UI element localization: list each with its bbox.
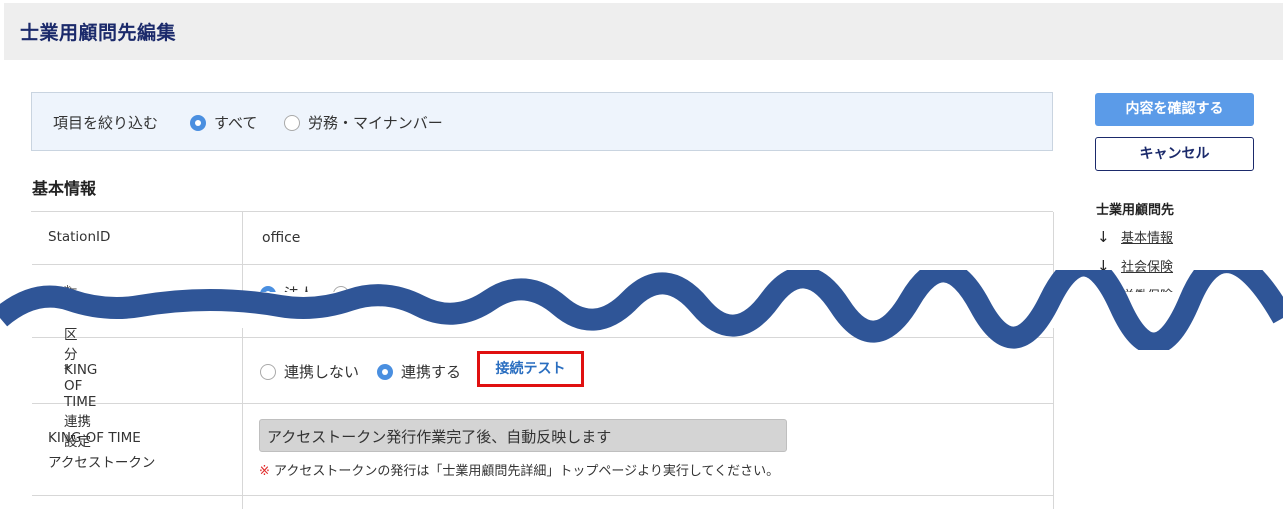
table-row-next [32, 496, 1054, 509]
arrow-down-icon: ↓ [1097, 227, 1110, 246]
table-row-station-id: StationID office [32, 212, 1054, 265]
filter-option-all[interactable]: すべて [190, 112, 257, 133]
toc-link[interactable]: 基本情報 [1121, 227, 1173, 246]
kot-option-no-link[interactable]: 連携しない [260, 361, 359, 382]
filter-option-labor[interactable]: 労務・マイナンバー [284, 112, 443, 133]
section-title: 基本情報 [32, 179, 97, 198]
kot-token-label-line2: アクセストークン [48, 455, 156, 471]
radio-unselected-icon[interactable] [260, 363, 276, 380]
page-title: 士業用顧問先編集 [20, 22, 177, 44]
toc-item-labor[interactable]: ↓ 労働保険 [1097, 285, 1173, 305]
toc-title: 士業用顧問先 [1096, 203, 1175, 218]
kot-token-label-line1: KING OF TIME [48, 430, 141, 446]
radio-selected-icon[interactable] [377, 363, 393, 380]
row-value: アクセストークン発行作業完了後、自動反映します ※ アクセストークンの発行は「士… [244, 404, 1053, 495]
business-type-option-individual[interactable]: 個人 [333, 283, 387, 304]
radio-unselected-icon[interactable] [333, 285, 349, 302]
radio-unselected-icon[interactable] [284, 114, 300, 131]
filter-option-label: 労務・マイナンバー [308, 114, 443, 132]
row-header: KING OF TIME アクセストークン [32, 404, 243, 495]
toc-link[interactable]: 社会保険 [1121, 256, 1173, 275]
table-row-kot-token: KING OF TIME アクセストークン アクセストークン発行作業完了後、自動… [32, 404, 1054, 496]
connection-test-button[interactable]: 接続テスト [477, 351, 584, 387]
page-header: 士業用顧問先編集 [4, 3, 1283, 60]
option-label: 連携する [401, 363, 462, 381]
filter-bar: 項目を絞り込む すべて 労務・マイナンバー [31, 92, 1053, 151]
toc-item-basic[interactable]: ↓ 基本情報 [1097, 227, 1173, 247]
filter-label: 項目を絞り込む [53, 114, 159, 132]
basic-info-table: StationID office * 事業区分 法人 個人 * KING OF TI… [31, 211, 1054, 509]
row-header [32, 496, 243, 509]
table-row-kot-link: * KING OF TIME 連携設定 連携しない 連携する 接続テスト [32, 338, 1054, 450]
option-label: 連携しない [284, 363, 360, 381]
table-row-business-type: * 事業区分 法人 個人 [32, 265, 1054, 363]
kot-option-link[interactable]: 連携する [377, 361, 461, 382]
row-value: 法人 個人 [244, 265, 1053, 337]
note-text: アクセストークンの発行は「士業用顧問先詳細」トップページより実行してください。 [274, 464, 780, 479]
option-label: 個人 [357, 285, 388, 303]
row-header: * 事業区分 [32, 265, 243, 363]
confirm-button[interactable]: 内容を確認する [1095, 93, 1254, 126]
option-label: 法人 [284, 285, 315, 303]
toc-link[interactable]: 労働保険 [1121, 285, 1173, 304]
row-value: 連携しない 連携する 接続テスト [244, 338, 1053, 403]
arrow-down-icon: ↓ [1097, 285, 1110, 304]
station-id-label: StationID [48, 229, 111, 245]
note-mark: ※ [259, 464, 270, 479]
row-value: office [244, 212, 1053, 264]
arrow-down-icon: ↓ [1097, 256, 1110, 275]
radio-selected-icon[interactable] [260, 285, 276, 302]
row-header: StationID [32, 212, 243, 264]
cancel-button[interactable]: キャンセル [1095, 137, 1254, 171]
access-token-note: ※ アクセストークンの発行は「士業用顧問先詳細」トップページより実行してください… [259, 460, 779, 479]
radio-selected-icon[interactable] [190, 114, 206, 131]
row-header: * KING OF TIME 連携設定 [32, 338, 243, 450]
filter-option-label: すべて [214, 114, 258, 132]
toc-item-social[interactable]: ↓ 社会保険 [1097, 256, 1173, 276]
station-id-value: office [262, 230, 301, 246]
access-token-field: アクセストークン発行作業完了後、自動反映します [259, 419, 787, 452]
business-type-option-corp[interactable]: 法人 [260, 283, 314, 304]
